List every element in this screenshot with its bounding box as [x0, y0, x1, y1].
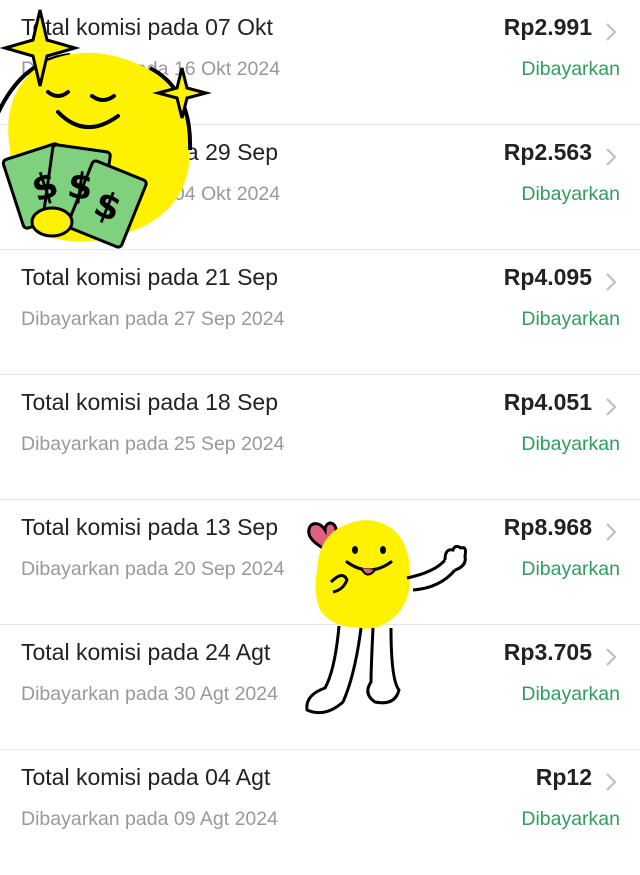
commission-row[interactable]: Total komisi pada 24 Agt Dibayarkan pada… — [0, 625, 640, 750]
commission-paid-date: Dibayarkan pada 27 Sep 2024 — [21, 308, 285, 330]
commission-amount: Rp8.968 — [503, 514, 592, 540]
chevron-right-icon — [606, 273, 617, 291]
commission-row[interactable]: Total komisi pada 21 Sep Dibayarkan pada… — [0, 250, 640, 375]
commission-amount: Rp12 — [535, 764, 592, 790]
commission-amount: Rp2.991 — [503, 14, 592, 40]
commission-title: Total komisi pada 29 Sep — [21, 139, 278, 165]
commission-status: Dibayarkan — [521, 183, 620, 205]
commission-row[interactable]: Total komisi pada 04 Agt Dibayarkan pada… — [0, 750, 640, 875]
commission-row[interactable]: Total komisi pada 18 Sep Dibayarkan pada… — [0, 375, 640, 500]
commission-status: Dibayarkan — [521, 308, 620, 330]
commission-amount: Rp4.051 — [503, 389, 592, 415]
commission-title: Total komisi pada 18 Sep — [21, 389, 278, 415]
commission-title: Total komisi pada 24 Agt — [21, 639, 271, 665]
commission-status: Dibayarkan — [521, 808, 620, 830]
commission-title: Total komisi pada 13 Sep — [21, 514, 278, 540]
chevron-right-icon — [606, 398, 617, 416]
chevron-right-icon — [606, 523, 617, 541]
commission-paid-date: Dibayarkan pada 20 Sep 2024 — [21, 558, 285, 580]
commission-row[interactable]: Total komisi pada 29 Sep Dibayarkan pada… — [0, 125, 640, 250]
commission-status: Dibayarkan — [521, 58, 620, 80]
commission-row[interactable]: Total komisi pada 13 Sep Dibayarkan pada… — [0, 500, 640, 625]
commission-paid-date: Dibayarkan pada 25 Sep 2024 — [21, 433, 285, 455]
commission-list: Total komisi pada 07 Okt Dibayarkan pada… — [0, 0, 640, 875]
commission-title: Total komisi pada 04 Agt — [21, 764, 271, 790]
chevron-right-icon — [606, 148, 617, 166]
commission-paid-date: Dibayarkan pada 04 Okt 2024 — [21, 183, 281, 205]
chevron-right-icon — [606, 23, 617, 41]
commission-paid-date: Dibayarkan pada 30 Agt 2024 — [21, 683, 278, 705]
commission-status: Dibayarkan — [521, 433, 620, 455]
chevron-right-icon — [606, 773, 617, 791]
commission-status: Dibayarkan — [521, 558, 620, 580]
commission-row[interactable]: Total komisi pada 07 Okt Dibayarkan pada… — [0, 0, 640, 125]
chevron-right-icon — [606, 648, 617, 666]
commission-title: Total komisi pada 21 Sep — [21, 264, 278, 290]
commission-paid-date: Dibayarkan pada 09 Agt 2024 — [21, 808, 278, 830]
commission-status: Dibayarkan — [521, 683, 620, 705]
commission-amount: Rp4.095 — [503, 264, 592, 290]
commission-amount: Rp2.563 — [503, 139, 592, 165]
commission-title: Total komisi pada 07 Okt — [21, 14, 273, 40]
commission-paid-date: Dibayarkan pada 16 Okt 2024 — [21, 58, 281, 80]
commission-amount: Rp3.705 — [503, 639, 592, 665]
